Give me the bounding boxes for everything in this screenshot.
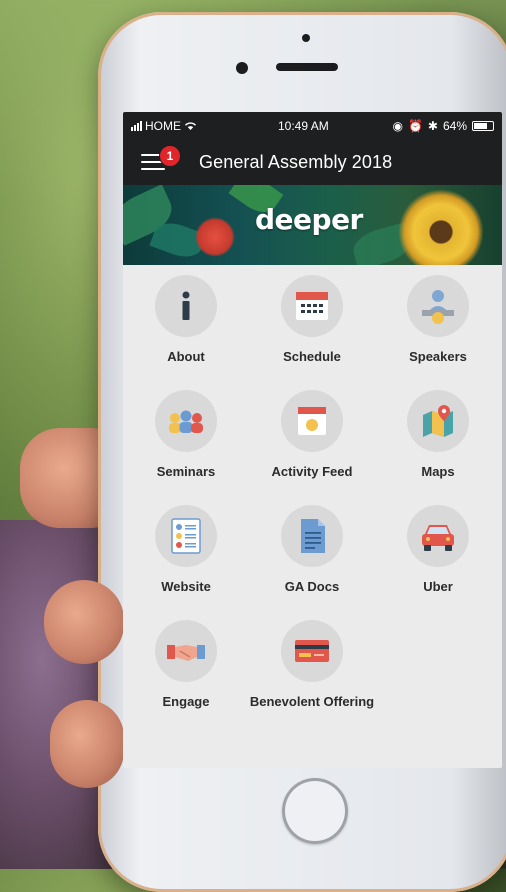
tile-label: About [167,349,205,364]
map-pin-icon [423,405,453,437]
speaker-icon [422,290,454,324]
tile-label: GA Docs [284,579,340,594]
middle-finger [50,700,124,788]
document-icon [301,519,325,553]
sunflower-graphic [398,189,484,265]
home-button[interactable] [282,778,348,844]
nav-bar: 1 General Assembly 2018 [123,139,502,185]
tile-benevolent-offering[interactable]: Benevolent Offering [249,610,375,722]
tile-uber[interactable]: Uber [375,495,501,607]
status-right: ◉ ⏰ ✱ 64% [392,119,494,133]
tile-activity-feed[interactable]: Activity Feed [249,380,375,492]
clock: 10:49 AM [278,119,329,133]
tile-about[interactable]: About [123,265,249,377]
tile-website[interactable]: Website [123,495,249,607]
tile-engage[interactable]: Engage [123,610,249,722]
tile-label: Benevolent Offering [249,694,375,709]
tile-label: Schedule [283,349,341,364]
carrier-info: HOME [131,119,197,133]
tile-speakers-circle [407,275,469,337]
status-bar: HOME 10:49 AM ◉ ⏰ ✱ 64% [123,112,502,139]
info-icon [182,291,190,320]
tile-seminars-circle [155,390,217,452]
banner-logo: deeper [255,203,363,236]
tile-website-circle [155,505,217,567]
tile-schedule-circle [281,275,343,337]
car-icon [422,525,454,551]
calendar-icon [296,292,328,320]
proximity-sensor [302,34,310,42]
red-flower-graphic [195,217,235,257]
bluetooth-icon: ✱ [427,119,438,133]
battery-percent: 64% [442,119,467,133]
handshake-icon [167,645,205,661]
page-title: General Assembly 2018 [199,152,393,172]
tile-ga-docs-circle [281,505,343,567]
activity-feed-icon [298,407,326,435]
front-camera [236,62,248,74]
index-finger [44,580,124,664]
battery-icon [472,121,494,131]
tile-uber-circle [407,505,469,567]
event-banner: deeper [123,185,502,265]
location-icon: ◉ [392,119,403,133]
signal-icon [131,121,142,131]
notification-badge: 1 [159,145,181,167]
tile-engage-circle [155,620,217,682]
tile-speakers[interactable]: Speakers [375,265,501,377]
tile-ga-docs[interactable]: GA Docs [249,495,375,607]
app-screen: HOME 10:49 AM ◉ ⏰ ✱ 64% 1 General Assemb… [123,112,502,768]
tile-label: Maps [421,464,455,479]
carrier-name: HOME [145,119,181,133]
tile-label: Website [161,579,211,594]
tile-maps[interactable]: Maps [375,380,501,492]
alarm-icon: ⏰ [407,119,423,133]
tile-benevolent-offering-circle [281,620,343,682]
tile-label: Speakers [409,349,467,364]
tile-label: Activity Feed [271,464,353,479]
tile-maps-circle [407,390,469,452]
people-group-icon [169,410,203,433]
tile-seminars[interactable]: Seminars [123,380,249,492]
tile-about-circle [155,275,217,337]
credit-card-icon [295,640,329,662]
tile-label: Engage [162,694,210,709]
tile-label: Seminars [156,464,216,479]
tile-schedule[interactable]: Schedule [249,265,375,377]
tile-activity-feed-circle [281,390,343,452]
earpiece-speaker [276,63,338,71]
website-list-icon [171,518,201,554]
wifi-icon [185,122,196,130]
tile-label: Uber [423,579,453,594]
